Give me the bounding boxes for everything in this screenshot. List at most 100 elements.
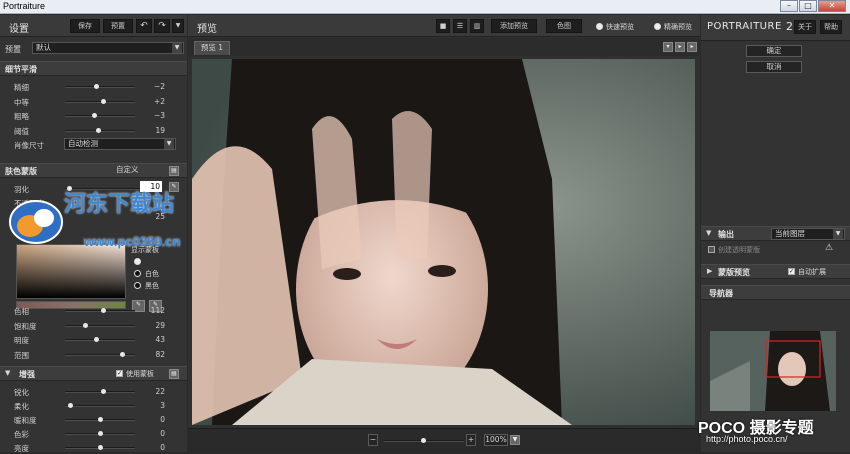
fast-preview-label: 快速预览 — [606, 23, 634, 31]
skin-slider-thumb-3[interactable] — [120, 351, 125, 357]
mask-preview-header[interactable]: ▶ 蒙版预览 ✓ 自动扩展 — [701, 264, 850, 279]
save-button[interactable]: 保存 — [70, 19, 100, 33]
enhance-slider-track-4 — [65, 445, 135, 450]
maximize-button[interactable]: □ — [799, 0, 817, 12]
detail-smoothing-header[interactable]: 细节平滑 — [0, 61, 187, 76]
help-button[interactable]: 帮助 — [820, 20, 842, 34]
detail-slider-track-0 — [65, 84, 135, 89]
about-button[interactable]: 关于 — [794, 20, 816, 34]
preview-image[interactable] — [192, 59, 695, 425]
feather-label: 羽化 — [14, 185, 29, 194]
enhance-slider-value-4: 0 — [160, 443, 165, 452]
ok-button[interactable]: 确定 — [746, 45, 802, 57]
enhance-slider-value-3: 0 — [160, 429, 165, 438]
zoom-slider-thumb[interactable] — [421, 438, 426, 443]
skin-slider-label-1: 饱和度 — [14, 321, 37, 331]
preset-button[interactable]: 预置 — [103, 19, 133, 33]
enhance-slider-label-3: 色彩 — [14, 430, 29, 439]
detail-slider-track-1 — [65, 98, 135, 104]
accurate-preview-label: 精确预览 — [664, 23, 692, 31]
settings-menu-chevron-icon[interactable]: ▼ — [172, 19, 184, 33]
detail-slider-thumb-0[interactable] — [94, 84, 99, 89]
cancel-button[interactable]: 取消 — [746, 61, 802, 73]
tab-scroll-left-icon[interactable]: ▸ — [687, 42, 697, 52]
output-header[interactable]: ▼ 输出 当前图层 ▼ — [701, 226, 850, 241]
portrait-size-label: 肖像尺寸 — [14, 141, 44, 150]
output-target-dropdown[interactable]: 当前图层 ▼ — [771, 228, 845, 240]
right-panel: PORTRAITURE 2 关于 帮助 确定 取消 ▼ 输出 当前图层 ▼ 创建透… — [701, 15, 850, 452]
skin-slider-thumb-0[interactable] — [101, 308, 106, 313]
detail-slider-value-3: 19 — [155, 125, 165, 135]
skin-slider-label-0: 色相 — [14, 307, 29, 316]
undo-icon[interactable]: ↶ — [136, 19, 152, 33]
redo-icon[interactable]: ↷ — [154, 19, 170, 33]
use-mask-checkbox[interactable]: ✓ — [116, 370, 123, 377]
preset-label: 预置 — [5, 45, 21, 54]
skin-slider-thumb-2[interactable] — [94, 337, 99, 342]
detail-slider-thumb-2[interactable] — [92, 113, 97, 118]
single-view-icon[interactable]: ■ — [436, 19, 450, 33]
skin-slider-track-0 — [65, 308, 135, 313]
chevron-down-icon: ▼ — [172, 43, 182, 53]
detail-smoothing-title: 细节平滑 — [5, 65, 37, 74]
portrait-photo — [192, 59, 695, 425]
detail-slider-label-2: 粗略 — [14, 112, 29, 121]
enhance-slider-label-4: 亮度 — [14, 444, 29, 453]
detail-slider-thumb-3[interactable] — [96, 127, 101, 133]
tab-scroll-right-icon[interactable]: ▸ — [675, 42, 685, 52]
enhance-slider-track-1 — [65, 403, 135, 408]
brand-name: PORTRAITURE — [707, 21, 782, 32]
enhance-slider-value-2: 0 — [160, 415, 165, 424]
enhance-slider-thumb-1[interactable] — [68, 403, 73, 408]
skin-color-picker[interactable] — [16, 244, 126, 299]
navigator-thumbnail[interactable] — [710, 331, 836, 411]
enhance-slider-thumb-4[interactable] — [98, 445, 103, 450]
enhance-header[interactable]: ▼ 增强 ✓ 使用蒙板 ▤ — [0, 366, 187, 381]
portrait-size-value: 自动检测 — [68, 139, 98, 148]
zoom-chevron-down-icon[interactable]: ▼ — [510, 435, 520, 445]
navigator-header: 导航器 — [701, 285, 850, 300]
warning-icon: ⚠ — [825, 243, 834, 253]
zoom-value[interactable]: 100% — [484, 434, 508, 446]
skin-slider-label-2: 明度 — [14, 336, 29, 345]
fast-preview-radio[interactable] — [596, 23, 603, 30]
enhance-slider-thumb-2[interactable] — [98, 417, 103, 422]
split-horizontal-icon[interactable]: ☰ — [453, 19, 467, 33]
enhance-slider-thumb-0[interactable] — [101, 389, 106, 394]
skin-mask-title: 肤色蒙版 — [5, 167, 37, 176]
close-button[interactable]: ✕ — [818, 0, 846, 12]
site-watermark-url: www.pc0359.cn — [84, 234, 181, 249]
radio-black[interactable] — [134, 282, 141, 289]
enhance-slider-thumb-3[interactable] — [98, 431, 103, 436]
zoom-in-button[interactable]: + — [466, 434, 476, 446]
site-logo-icon — [9, 200, 63, 244]
create-mask-checkbox[interactable] — [708, 246, 715, 253]
skin-slider-label-3: 范围 — [14, 350, 29, 360]
enhance-slider-track-0 — [65, 389, 135, 394]
enhance-slider-track-2 — [65, 417, 135, 422]
hue-range-bar[interactable] — [16, 301, 126, 309]
accurate-preview-radio[interactable] — [654, 23, 661, 30]
add-preview-button[interactable]: 添加预览 — [491, 19, 537, 33]
skin-slider-thumb-1[interactable] — [83, 322, 88, 328]
tab-menu-chevron-icon[interactable]: ▾ — [663, 42, 673, 52]
split-vertical-icon[interactable]: ▥ — [470, 19, 484, 33]
auto-expand-checkbox[interactable]: ✓ — [788, 268, 795, 275]
skin-slider-track-1 — [65, 322, 135, 328]
preset-dropdown[interactable]: 默认 ▼ — [32, 42, 184, 54]
detail-slider-thumb-1[interactable] — [101, 98, 106, 104]
window-title: Portraiture — [3, 1, 46, 11]
skin-mask-header[interactable]: 肤色蒙版 自定义 ▤ — [0, 163, 187, 178]
detail-slider-label-0: 精细 — [14, 83, 29, 92]
tab-preview-1[interactable]: 预览 1 — [194, 41, 230, 55]
create-mask-label: 创建透明蒙版 — [718, 246, 760, 254]
portrait-size-dropdown[interactable]: 自动检测 ▼ — [64, 138, 176, 150]
radio-white[interactable] — [134, 270, 141, 277]
minimize-button[interactable]: – — [780, 0, 798, 12]
radio-color[interactable] — [134, 258, 141, 265]
skin-mode-dropdown[interactable]: 自定义 — [113, 165, 161, 177]
zoom-out-button[interactable]: − — [368, 434, 378, 446]
enhance-tool-icon[interactable]: ▤ — [169, 369, 179, 379]
skin-mask-tool-icon[interactable]: ▤ — [169, 166, 179, 176]
compare-button[interactable]: 色图 — [546, 19, 582, 33]
